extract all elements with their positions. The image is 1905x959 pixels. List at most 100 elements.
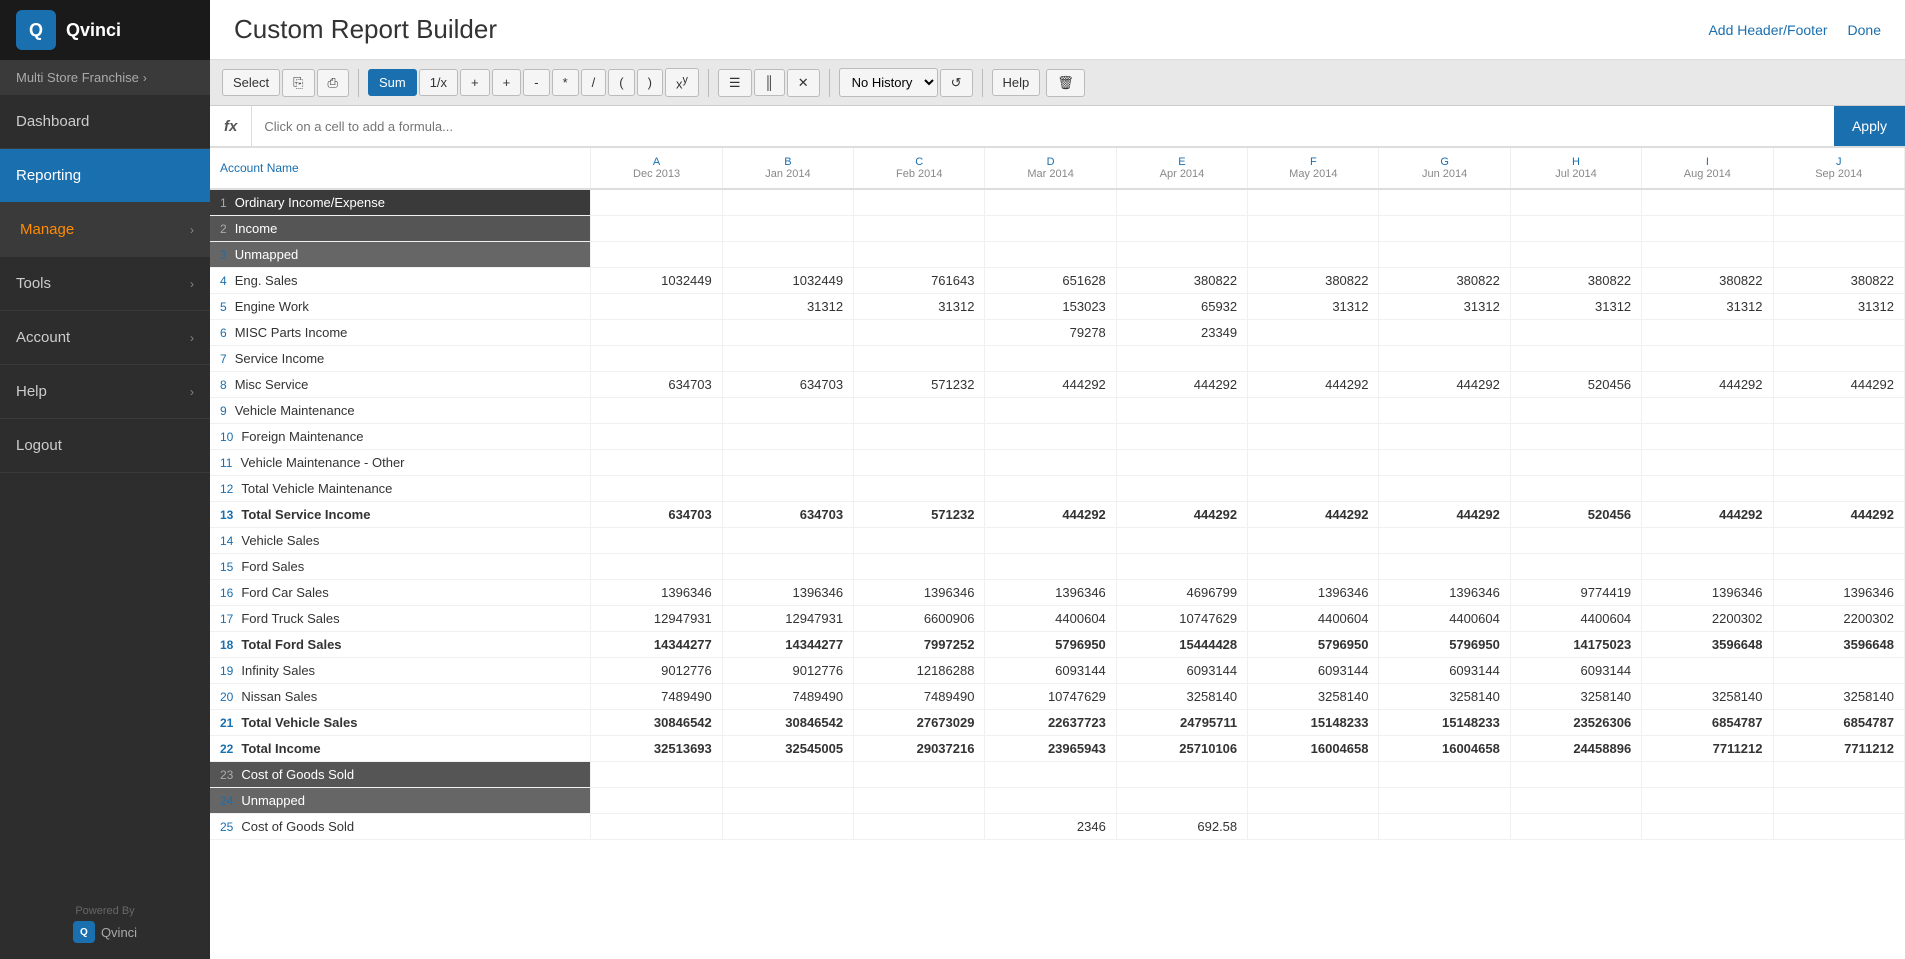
cell-18-B[interactable]: 14344277 [722,632,853,658]
reciprocal-button[interactable]: 1/x [419,69,458,96]
cell-20-F[interactable]: 3258140 [1248,684,1379,710]
cell-13-E[interactable]: 444292 [1116,502,1247,528]
cell-8-H[interactable]: 520456 [1510,372,1641,398]
formula-input[interactable] [252,106,1834,146]
cell-5-F[interactable]: 31312 [1248,294,1379,320]
row-account-name[interactable]: 8Misc Service [210,372,591,398]
cell-20-E[interactable]: 3258140 [1116,684,1247,710]
cell-13-I[interactable]: 444292 [1642,502,1773,528]
cell-21-I[interactable]: 6854787 [1642,710,1773,736]
cell-8-I[interactable]: 444292 [1642,372,1773,398]
cell-13-C[interactable]: 571232 [854,502,985,528]
cell-20-D[interactable]: 10747629 [985,684,1116,710]
cell-24-H[interactable] [1510,788,1641,814]
cell-19-D[interactable]: 6093144 [985,658,1116,684]
cell-1-F[interactable] [1248,189,1379,216]
done-link[interactable]: Done [1848,22,1881,38]
apply-button[interactable]: Apply [1834,106,1905,146]
cell-21-F[interactable]: 15148233 [1248,710,1379,736]
cell-20-H[interactable]: 3258140 [1510,684,1641,710]
cell-11-I[interactable] [1642,450,1773,476]
cell-15-A[interactable] [591,554,722,580]
cell-4-B[interactable]: 1032449 [722,268,853,294]
cell-22-D[interactable]: 23965943 [985,736,1116,762]
cell-12-G[interactable] [1379,476,1510,502]
table-row[interactable]: 6MISC Parts Income7927823349 [210,320,1905,346]
cell-4-I[interactable]: 380822 [1642,268,1773,294]
cell-9-D[interactable] [985,398,1116,424]
cell-25-D[interactable]: 2346 [985,814,1116,840]
cell-23-A[interactable] [591,762,722,788]
table-row[interactable]: 19Infinity Sales901277690127761218628860… [210,658,1905,684]
cell-6-C[interactable] [854,320,985,346]
cell-12-D[interactable] [985,476,1116,502]
row-account-name[interactable]: 11Vehicle Maintenance - Other [210,450,591,476]
sidebar-item-reporting[interactable]: Reporting [0,149,210,203]
cell-13-B[interactable]: 634703 [722,502,853,528]
cell-22-G[interactable]: 16004658 [1379,736,1510,762]
cell-3-F[interactable] [1248,242,1379,268]
cell-2-A[interactable] [591,216,722,242]
cell-16-C[interactable]: 1396346 [854,580,985,606]
cell-8-J[interactable]: 444292 [1773,372,1904,398]
sidebar-item-help[interactable]: Help › [0,365,210,419]
cell-25-A[interactable] [591,814,722,840]
cell-15-C[interactable] [854,554,985,580]
cell-21-G[interactable]: 15148233 [1379,710,1510,736]
cell-24-A[interactable] [591,788,722,814]
plus-button[interactable]: + [492,69,522,96]
cell-20-C[interactable]: 7489490 [854,684,985,710]
franchise-bar[interactable]: Multi Store Franchise › [0,60,210,95]
cell-21-E[interactable]: 24795711 [1116,710,1247,736]
cell-18-F[interactable]: 5796950 [1248,632,1379,658]
cell-19-I[interactable] [1642,658,1773,684]
cell-8-E[interactable]: 444292 [1116,372,1247,398]
row-account-name[interactable]: 1Ordinary Income/Expense [210,189,591,216]
paste-button[interactable]: ⎙ [317,69,349,97]
cell-25-H[interactable] [1510,814,1641,840]
cell-3-A[interactable] [591,242,722,268]
table-row[interactable]: 1Ordinary Income/Expense [210,189,1905,216]
cell-6-D[interactable]: 79278 [985,320,1116,346]
cell-11-H[interactable] [1510,450,1641,476]
cell-14-G[interactable] [1379,528,1510,554]
power-button[interactable]: xy [665,68,699,97]
cell-5-D[interactable]: 153023 [985,294,1116,320]
close-button[interactable]: ✕ [787,69,820,97]
add-header-footer-link[interactable]: Add Header/Footer [1708,22,1827,38]
cell-7-I[interactable] [1642,346,1773,372]
table-row[interactable]: 20Nissan Sales74894907489490748949010747… [210,684,1905,710]
cell-16-I[interactable]: 1396346 [1642,580,1773,606]
cell-8-G[interactable]: 444292 [1379,372,1510,398]
cell-13-F[interactable]: 444292 [1248,502,1379,528]
table-row[interactable]: 10Foreign Maintenance [210,424,1905,450]
cell-9-A[interactable] [591,398,722,424]
help-button[interactable]: Help [992,69,1041,96]
cell-1-B[interactable] [722,189,853,216]
cell-9-B[interactable] [722,398,853,424]
cell-17-A[interactable]: 12947931 [591,606,722,632]
cell-14-E[interactable] [1116,528,1247,554]
cell-8-D[interactable]: 444292 [985,372,1116,398]
sidebar-item-manage[interactable]: Manage › [0,203,210,257]
cell-20-I[interactable]: 3258140 [1642,684,1773,710]
cell-4-E[interactable]: 380822 [1116,268,1247,294]
cell-18-H[interactable]: 14175023 [1510,632,1641,658]
cell-3-B[interactable] [722,242,853,268]
cell-6-J[interactable] [1773,320,1904,346]
cell-15-H[interactable] [1510,554,1641,580]
cell-22-B[interactable]: 32545005 [722,736,853,762]
cell-3-J[interactable] [1773,242,1904,268]
cell-3-C[interactable] [854,242,985,268]
sidebar-item-logout[interactable]: Logout [0,419,210,473]
cell-14-F[interactable] [1248,528,1379,554]
cell-2-I[interactable] [1642,216,1773,242]
cell-14-C[interactable] [854,528,985,554]
cell-18-J[interactable]: 3596648 [1773,632,1904,658]
cell-5-E[interactable]: 65932 [1116,294,1247,320]
cell-6-H[interactable] [1510,320,1641,346]
cell-22-F[interactable]: 16004658 [1248,736,1379,762]
table-row[interactable]: 25Cost of Goods Sold2346692.58 [210,814,1905,840]
cell-18-E[interactable]: 15444428 [1116,632,1247,658]
sidebar-item-account[interactable]: Account › [0,311,210,365]
